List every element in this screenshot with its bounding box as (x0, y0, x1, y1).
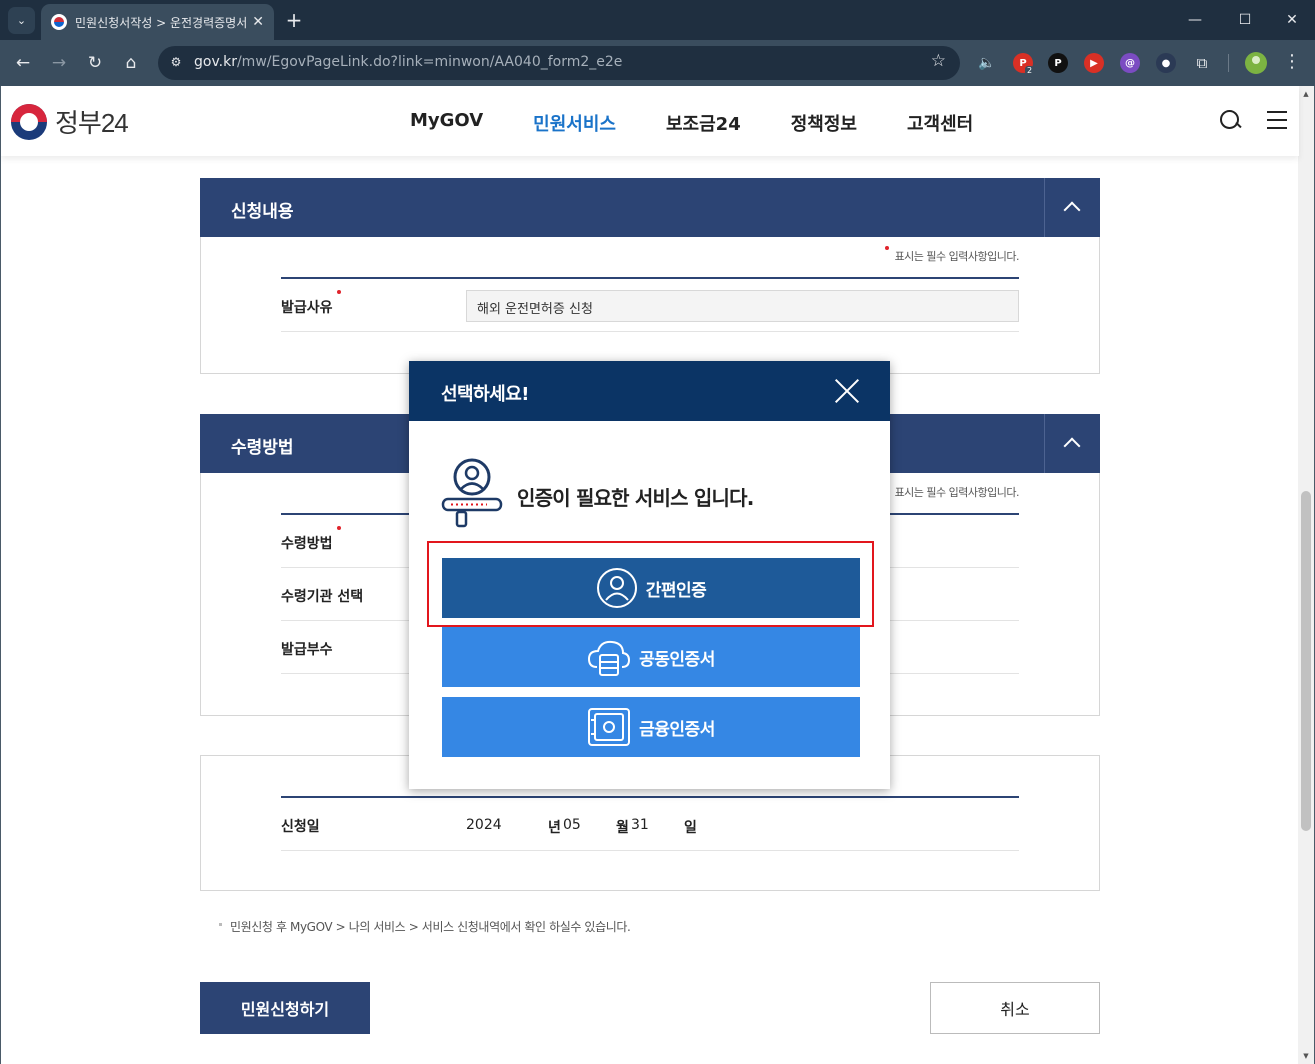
new-tab-button[interactable]: + (284, 8, 304, 32)
date-day-unit: 일 (684, 820, 697, 836)
auth-select-modal: 선택하세요! 인증이 필요한 서비스 입니다. 간편인증 공동인증서 금융인증서 (409, 361, 890, 789)
notice-content: 민원신청 후 MyGOV > 나의 서비스 > 서비스 신청내역에서 확인 하실… (230, 920, 631, 934)
date-year: 2024 (466, 817, 502, 833)
receipt-method-label: 수령방법 (281, 536, 333, 552)
date-year-unit: 년 (548, 820, 561, 836)
user-circle-icon (596, 568, 637, 608)
ext-pocket-icon[interactable]: P (1048, 53, 1068, 73)
cloud-server-icon (588, 640, 631, 676)
ext-youtube-icon[interactable]: ▶ (1084, 53, 1104, 73)
form-table: 발급사유 해외 운전면허증 신청 (281, 277, 1019, 332)
logo-text: 정부24 (55, 108, 129, 138)
back-button[interactable]: ← (11, 51, 35, 75)
required-note-text: 표시는 필수 입력사항입니다. (894, 486, 1020, 499)
profile-avatar[interactable] (1245, 52, 1267, 74)
joint-certificate-button[interactable]: 공동인증서 (442, 627, 860, 687)
window-close-button[interactable]: ✕ (1280, 8, 1304, 32)
modal-header: 선택하세요! (409, 361, 890, 421)
hamburger-menu-icon[interactable] (1267, 111, 1287, 129)
extensions-puzzle-icon[interactable]: ⧉ (1190, 51, 1214, 75)
favicon-icon (51, 14, 67, 30)
safe-icon (588, 708, 631, 746)
copies-label: 발급부수 (281, 642, 333, 658)
section-title: 수령방법 (231, 438, 294, 458)
notice-text: 민원신청 후 MyGOV > 나의 서비스 > 서비스 신청내역에서 확인 하실… (219, 918, 631, 935)
forward-button[interactable]: → (47, 51, 71, 75)
required-note-text: 표시는 필수 입력사항입니다. (894, 250, 1020, 263)
nav-item[interactable]: 보조금24 (666, 110, 741, 136)
search-icon[interactable] (1218, 108, 1242, 132)
reload-button[interactable]: ↻ (83, 51, 107, 75)
joint-certificate-label: 공동인증서 (639, 649, 715, 670)
ext-color-icon[interactable]: ● (1156, 53, 1176, 73)
date-month: 05 (563, 817, 581, 833)
simple-auth-label: 간편인증 (645, 580, 707, 601)
required-dot-icon (884, 246, 889, 250)
reason-label: 발급사유 (281, 300, 333, 316)
required-note: 표시는 필수 입력사항입니다. (884, 482, 1020, 500)
section-body-application: 표시는 필수 입력사항입니다. 발급사유 해외 운전면허증 신청 (200, 237, 1100, 374)
site-header: 정부24 MyGOV 민원서비스 보조금24 정책정보 고객센터 (1, 86, 1299, 156)
tab-close-icon[interactable]: ✕ (252, 14, 264, 30)
required-dot-icon (336, 526, 341, 530)
user-authentication-icon (441, 458, 503, 528)
tab-search-button[interactable]: ⌄ (8, 7, 35, 34)
home-button[interactable]: ⌂ (119, 51, 143, 75)
form-label: 수령방법 (281, 526, 341, 553)
page-viewport: 정부24 MyGOV 민원서비스 보조금24 정책정보 고객센터 신청내용 표시는 필수… (0, 86, 1315, 1064)
minimize-button[interactable]: — (1183, 8, 1207, 32)
browser-menu-icon[interactable]: ⋮ (1283, 51, 1301, 72)
section-title: 신청내용 (231, 202, 294, 222)
url-domain: gov.kr (194, 54, 237, 70)
logo[interactable]: 정부24 (11, 103, 129, 140)
main-navigation: MyGOV 민원서비스 보조금24 정책정보 고객센터 (410, 110, 1023, 136)
date-month-unit: 월 (616, 820, 629, 836)
toolbar-divider (1228, 54, 1229, 72)
financial-certificate-button[interactable]: 금융인증서 (442, 697, 860, 757)
browser-tab-bar: ⌄ 민원신청서작성 > 운전경력증명서 ✕ + — ☐ ✕ (0, 0, 1315, 40)
nav-item[interactable]: 고객센터 (907, 110, 973, 136)
browser-tab[interactable]: 민원신청서작성 > 운전경력증명서 ✕ (41, 4, 274, 40)
bookmark-star-icon[interactable]: ☆ (931, 51, 946, 71)
required-dot-icon (336, 290, 341, 294)
required-note: 표시는 필수 입력사항입니다. (884, 246, 1020, 264)
cancel-button[interactable]: 취소 (930, 982, 1100, 1034)
scrollbar-thumb[interactable] (1301, 491, 1311, 831)
collapse-chevron-icon[interactable] (1044, 414, 1100, 473)
simple-auth-button[interactable]: 간편인증 (442, 558, 860, 618)
page-scrollbar[interactable]: ▲ ▼ (1298, 86, 1314, 1064)
address-bar-area: ← → ↻ ⌂ ⚙ gov.kr/mw/EgovPageLink.do?link… (0, 40, 1315, 86)
scroll-down-arrow-icon[interactable]: ▼ (1301, 1052, 1311, 1060)
scroll-up-arrow-icon[interactable]: ▲ (1301, 90, 1311, 98)
close-icon[interactable] (834, 378, 860, 404)
form-row: 신청일 2024 년 05 월 31 일 (281, 798, 1019, 851)
taegeuk-logo-icon (11, 103, 47, 140)
extension-badge: 2 (1025, 66, 1035, 75)
speaker-icon[interactable]: 🔈 (975, 51, 999, 75)
nav-item[interactable]: 정책정보 (791, 110, 857, 136)
form-row: 발급사유 해외 운전면허증 신청 (281, 279, 1019, 332)
url-input[interactable]: ⚙ gov.kr/mw/EgovPageLink.do?link=minwon/… (158, 46, 960, 80)
date-day: 31 (631, 817, 649, 833)
url-path: /mw/EgovPageLink.do?link=minwon/AA040_fo… (236, 54, 623, 70)
form-table: 신청일 2024 년 05 월 31 일 (281, 796, 1019, 851)
maximize-button[interactable]: ☐ (1233, 8, 1257, 32)
submit-application-button[interactable]: 민원신청하기 (200, 982, 370, 1034)
financial-certificate-label: 금융인증서 (639, 719, 715, 740)
collapse-chevron-icon[interactable] (1044, 178, 1100, 237)
reason-input[interactable]: 해외 운전면허증 신청 (466, 290, 1019, 322)
form-label: 발급사유 (281, 290, 341, 317)
tab-title: 민원신청서작성 > 운전경력증명서 (75, 15, 247, 30)
auth-required-message: 인증이 필요한 서비스 입니다. (517, 486, 754, 510)
ext-purple-icon[interactable]: @ (1120, 53, 1140, 73)
application-date-label: 신청일 (281, 819, 320, 835)
section-header-application: 신청내용 (200, 178, 1100, 237)
receiving-agency-label: 수령기관 선택 (281, 589, 364, 605)
nav-item[interactable]: 민원서비스 (533, 110, 616, 136)
site-info-icon[interactable]: ⚙ (168, 55, 184, 71)
nav-item[interactable]: MyGOV (410, 110, 483, 136)
modal-title: 선택하세요! (441, 384, 530, 405)
